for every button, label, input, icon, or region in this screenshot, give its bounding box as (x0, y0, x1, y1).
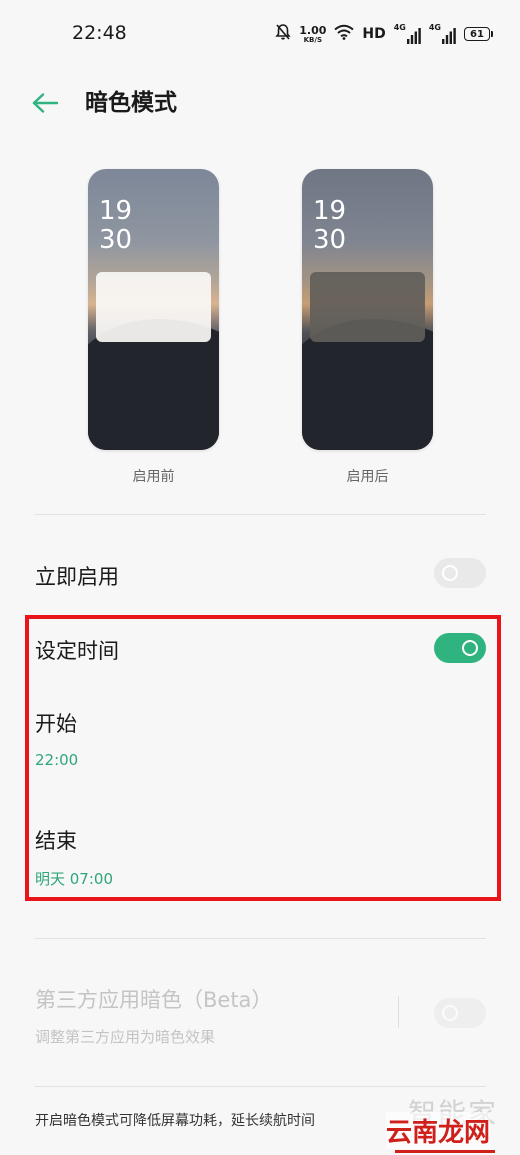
preview-clock: 19 30 (99, 197, 132, 255)
battery-icon: 61 (464, 27, 493, 41)
preview-clock: 19 30 (313, 197, 346, 255)
divider (35, 1086, 486, 1087)
preview-clock-hour: 19 (313, 196, 347, 226)
enable-now-label: 立即启用 (35, 565, 119, 589)
preview-before-caption: 启用前 (132, 469, 175, 485)
end-time-row[interactable]: 结束 明天 07:00 (30, 817, 490, 897)
third-party-toggle[interactable] (434, 998, 486, 1028)
status-icons: 1.00 KB/S HD 4G 4G 61 (275, 22, 493, 46)
enable-now-toggle[interactable] (434, 558, 486, 588)
back-arrow-icon (32, 93, 58, 113)
footer-text: 开启暗色模式可降低屏幕功耗，延长续航时间 (35, 1113, 315, 1129)
schedule-toggle[interactable] (434, 633, 486, 663)
third-party-sublabel: 调整第三方应用为暗色效果 (35, 1028, 216, 1046)
toggle-knob (462, 640, 478, 656)
third-party-label: 第三方应用暗色（Beta） (35, 988, 273, 1012)
preview-clock-hour: 19 (99, 196, 133, 226)
signal-bars-icon (406, 28, 421, 44)
divider (35, 514, 486, 515)
signal-2: 4G (429, 24, 456, 44)
preview-clock-minute: 30 (99, 225, 133, 255)
hd-indicator: HD (362, 26, 386, 42)
net-speed-unit: KB/S (303, 35, 322, 44)
preview-clock-minute: 30 (313, 225, 347, 255)
vertical-separator (398, 996, 399, 1028)
start-time-label: 开始 (35, 712, 77, 736)
signal-bars-icon (442, 28, 456, 44)
status-time: 22:48 (72, 22, 127, 44)
net-speed-value: 1.00 (299, 23, 327, 37)
battery-level: 61 (470, 28, 484, 40)
preview-before: 19 30 (88, 169, 219, 450)
start-time-value: 22:00 (35, 751, 79, 769)
net-speed: 1.00 KB/S (299, 25, 326, 44)
preview-after-caption: 启用后 (346, 469, 389, 485)
preview-after: 19 30 (302, 169, 433, 450)
toggle-knob (442, 1005, 458, 1021)
wifi-icon (334, 24, 355, 44)
status-bar: 22:48 1.00 KB/S HD 4G 4G 61 (0, 0, 520, 68)
toggle-knob (442, 565, 458, 581)
end-time-label: 结束 (35, 829, 77, 853)
preview-card-dark (310, 272, 425, 342)
watermark-underline (395, 1150, 495, 1153)
divider (35, 938, 486, 939)
network-type-1: 4G (393, 23, 406, 32)
signal-1: 4G (394, 24, 421, 44)
end-time-value: 明天 07:00 (35, 870, 113, 888)
mute-bell-icon (275, 23, 291, 45)
watermark-logo-text: 云南龙网 (386, 1112, 491, 1149)
network-type-2: 4G (428, 23, 441, 32)
start-time-row[interactable]: 开始 22:00 (30, 700, 490, 780)
preview-card-light (96, 272, 211, 342)
back-button[interactable] (28, 86, 62, 120)
page-title: 暗色模式 (85, 90, 177, 116)
schedule-label: 设定时间 (35, 639, 119, 663)
